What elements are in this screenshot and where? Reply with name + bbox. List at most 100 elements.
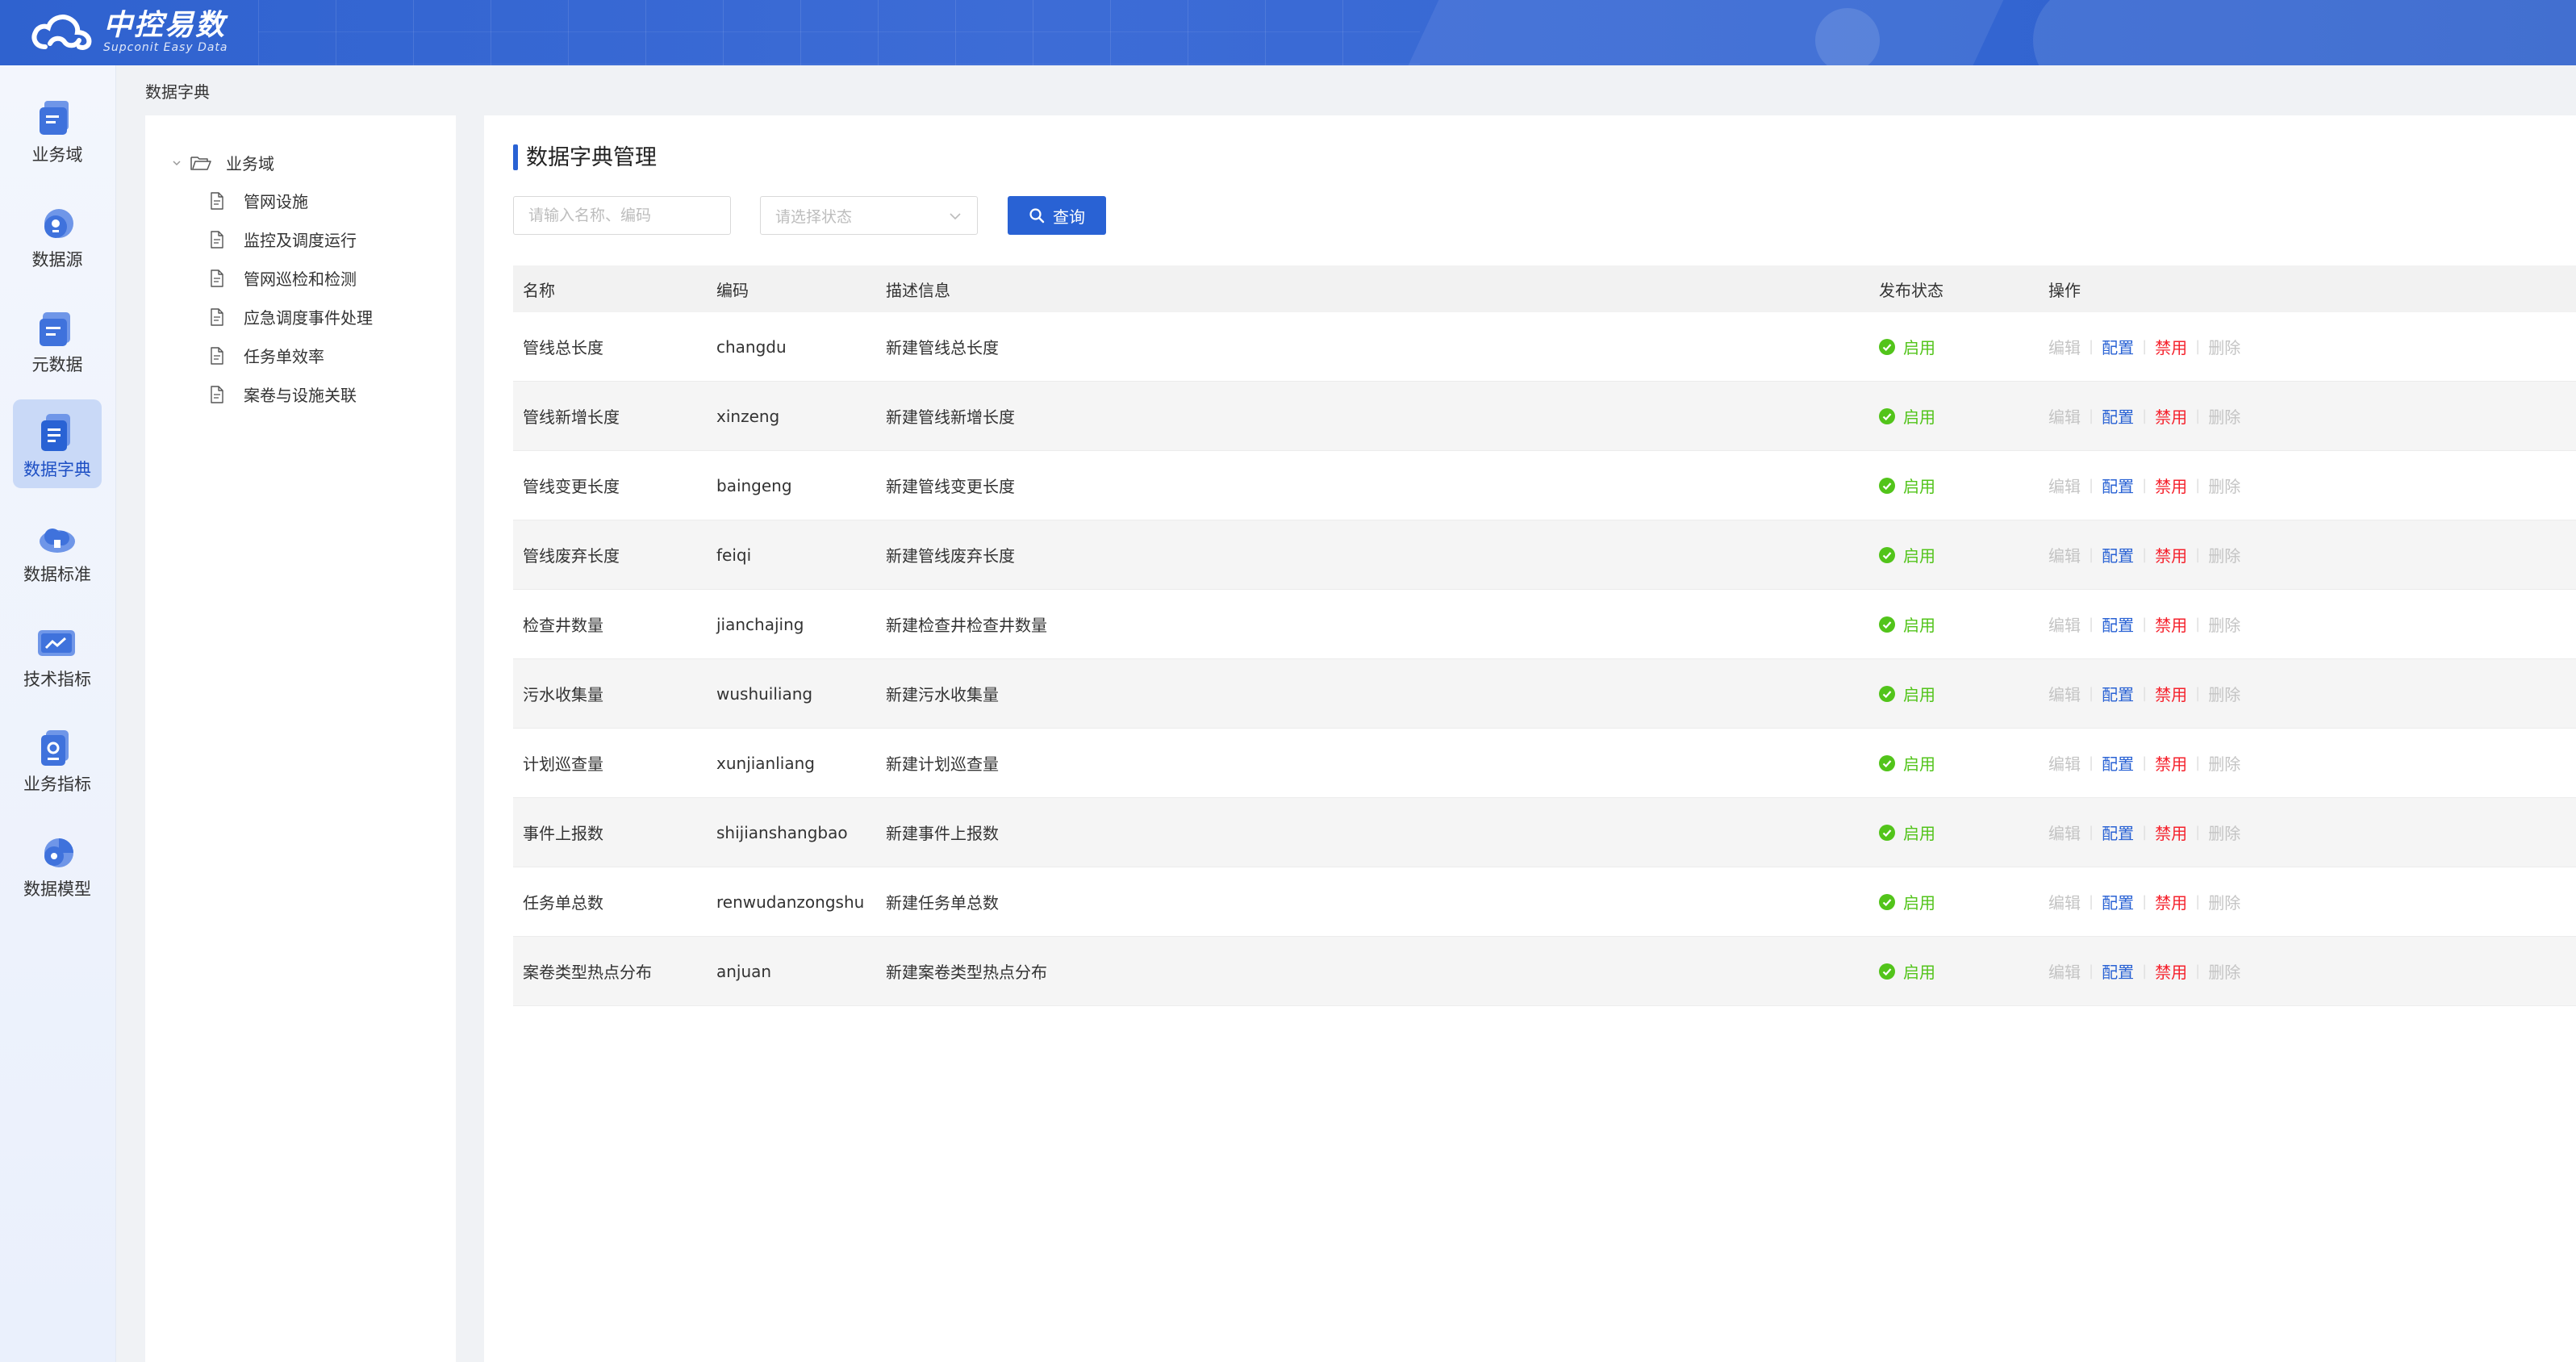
config-link[interactable]: 配置 (2102, 474, 2134, 497)
page-title: 数据字典管理 (526, 145, 657, 170)
disable-link[interactable]: 禁用 (2155, 751, 2187, 775)
cell-description: 新建案卷类型热点分布 (886, 963, 1047, 982)
disable-link[interactable]: 禁用 (2155, 335, 2187, 358)
config-link[interactable]: 配置 (2102, 404, 2134, 428)
tree-child-node[interactable]: 监控及调度运行 (210, 228, 357, 251)
cell-name: 案卷类型热点分布 (523, 963, 652, 982)
dictionary-table: 名称 编码 描述信息 发布状态 操作 管线总长度 changdu 新建管线总长度 启用… (513, 265, 2576, 1006)
disable-link[interactable]: 禁用 (2155, 474, 2187, 497)
disable-link[interactable]: 禁用 (2155, 543, 2187, 566)
op-separator: | (2195, 893, 2201, 910)
status-text: 启用 (1903, 407, 1935, 427)
tree-child-node[interactable]: 案卷与设施关联 (210, 382, 357, 406)
edit-link[interactable]: 编辑 (2048, 335, 2081, 358)
disable-link[interactable]: 禁用 (2155, 890, 2187, 913)
edit-link[interactable]: 编辑 (2048, 474, 2081, 497)
table-row: 计划巡查量 xunjianliang 新建计划巡查量 启用 编辑 | 配置 | 禁用 | 删除 (513, 729, 2576, 798)
breadcrumb: 数据字典 (145, 82, 210, 102)
delete-link[interactable]: 删除 (2208, 543, 2240, 566)
op-separator: | (2089, 338, 2094, 355)
check-circle-icon (1879, 546, 1895, 563)
top-header: 中控易数 Supconit Easy Data (0, 0, 2576, 65)
query-button[interactable]: 查询 (1008, 196, 1106, 235)
disable-link[interactable]: 禁用 (2155, 404, 2187, 428)
edit-link[interactable]: 编辑 (2048, 959, 2081, 983)
cell-code: wushuiliang (716, 683, 813, 704)
cell-description: 新建管线新增长度 (886, 407, 1015, 427)
config-link[interactable]: 配置 (2102, 890, 2134, 913)
tree-child-node[interactable]: 管网巡检和检测 (210, 266, 357, 290)
edit-link[interactable]: 编辑 (2048, 751, 2081, 775)
sidenav-item[interactable]: 数据标准 (13, 504, 102, 593)
table-row: 任务单总数 renwudanzongshu 新建任务单总数 启用 编辑 | 配置 | 禁用 | 删除 (513, 867, 2576, 937)
delete-link[interactable]: 删除 (2208, 751, 2240, 775)
table-row: 管线废弃长度 feiqi 新建管线废弃长度 启用 编辑 | 配置 | 禁用 | 删除 (513, 520, 2576, 590)
status-select[interactable]: 请选择状态 (760, 196, 978, 235)
config-link[interactable]: 配置 (2102, 959, 2134, 983)
search-input[interactable] (513, 196, 731, 235)
cell-status: 启用 (1879, 890, 1935, 913)
cell-operations: 编辑 | 配置 | 禁用 | 删除 (2048, 404, 2240, 428)
edit-link[interactable]: 编辑 (2048, 543, 2081, 566)
document-icon (211, 346, 223, 365)
sidenav-item-label: 数据字典 (23, 460, 91, 479)
cell-operations: 编辑 | 配置 | 禁用 | 删除 (2048, 682, 2240, 705)
config-link[interactable]: 配置 (2102, 751, 2134, 775)
op-separator: | (2195, 754, 2201, 771)
config-link[interactable]: 配置 (2102, 612, 2134, 636)
delete-link[interactable]: 删除 (2208, 404, 2240, 428)
op-separator: | (2195, 963, 2201, 980)
sidenav-item[interactable]: 数据字典 (13, 399, 102, 488)
sidenav-item[interactable]: 技术指标 (13, 609, 102, 698)
disable-link[interactable]: 禁用 (2155, 682, 2187, 705)
header-status: 发布状态 (1879, 280, 1943, 300)
header-decoration (1815, 8, 1880, 65)
edit-link[interactable]: 编辑 (2048, 682, 2081, 705)
status-text: 启用 (1903, 685, 1935, 704)
sidenav-item[interactable]: 数据源 (13, 190, 102, 278)
edit-link[interactable]: 编辑 (2048, 404, 2081, 428)
sidenav-item-label: 数据模型 (23, 879, 91, 899)
cell-description: 新建计划巡查量 (886, 754, 999, 774)
edit-link[interactable]: 编辑 (2048, 890, 2081, 913)
disable-link[interactable]: 禁用 (2155, 959, 2187, 983)
disable-link[interactable]: 禁用 (2155, 612, 2187, 636)
logo-subtitle: Supconit Easy Data (103, 41, 228, 54)
cell-description: 新建管线废弃长度 (886, 546, 1015, 566)
delete-link[interactable]: 删除 (2208, 821, 2240, 844)
tree-child-node[interactable]: 管网设施 (210, 189, 308, 212)
tree-child-label: 管网巡检和检测 (244, 269, 357, 289)
caret-down-icon[interactable] (171, 157, 182, 169)
tree-child-node[interactable]: 任务单效率 (210, 344, 324, 367)
table-row: 管线变更长度 baingeng 新建管线变更长度 启用 编辑 | 配置 | 禁用 | 删除 (513, 451, 2576, 520)
tree-child-node[interactable]: 应急调度事件处理 (210, 305, 373, 328)
delete-link[interactable]: 删除 (2208, 890, 2240, 913)
sidenav-item[interactable]: 业务指标 (13, 714, 102, 803)
delete-link[interactable]: 删除 (2208, 474, 2240, 497)
sidenav-item[interactable]: 数据模型 (13, 819, 102, 908)
delete-link[interactable]: 删除 (2208, 682, 2240, 705)
config-link[interactable]: 配置 (2102, 682, 2134, 705)
sidenav-item[interactable]: 业务域 (13, 85, 102, 173)
delete-link[interactable]: 删除 (2208, 612, 2240, 636)
check-circle-icon (1879, 893, 1895, 910)
cell-name: 检查井数量 (523, 616, 603, 635)
status-text: 启用 (1903, 338, 1935, 357)
delete-link[interactable]: 删除 (2208, 959, 2240, 983)
delete-link[interactable]: 删除 (2208, 335, 2240, 358)
edit-link[interactable]: 编辑 (2048, 612, 2081, 636)
sidenav-item[interactable]: 元数据 (13, 295, 102, 383)
config-link[interactable]: 配置 (2102, 821, 2134, 844)
config-link[interactable]: 配置 (2102, 335, 2134, 358)
tree-root-node[interactable]: 业务域 (171, 151, 274, 174)
config-link[interactable]: 配置 (2102, 543, 2134, 566)
op-separator: | (2089, 477, 2094, 494)
edit-link[interactable]: 编辑 (2048, 821, 2081, 844)
logo[interactable]: 中控易数 Supconit Easy Data (29, 10, 228, 55)
cell-code: shijianshangbao (716, 822, 848, 842)
op-separator: | (2195, 338, 2201, 355)
header-name: 名称 (523, 280, 555, 300)
status-text: 启用 (1903, 546, 1935, 566)
disable-link[interactable]: 禁用 (2155, 821, 2187, 844)
op-separator: | (2089, 616, 2094, 633)
